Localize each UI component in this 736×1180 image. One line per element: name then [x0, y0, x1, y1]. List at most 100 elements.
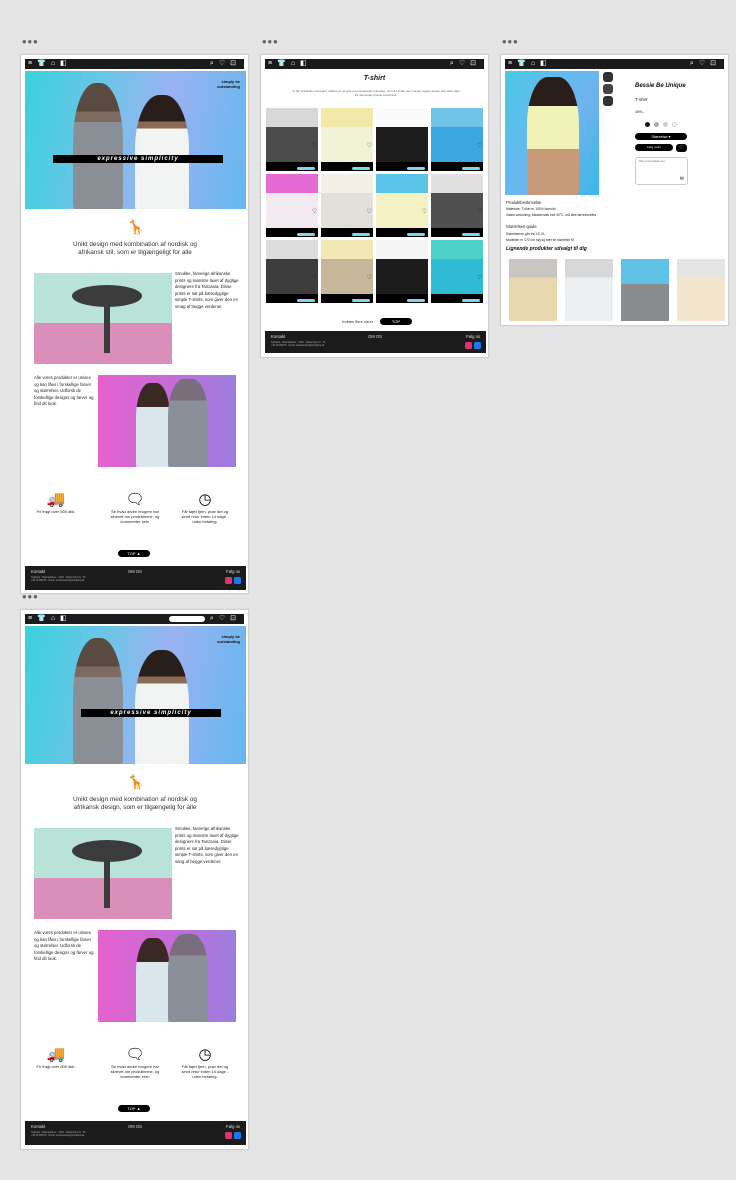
- product-card[interactable]: ♡: [431, 108, 483, 171]
- product-card[interactable]: ♡: [266, 108, 318, 171]
- product-card[interactable]: ♡: [321, 240, 373, 303]
- footer-contact[interactable]: Kontakt: [271, 334, 285, 339]
- thumb-3[interactable]: [603, 96, 613, 106]
- heart-icon[interactable]: ♡: [699, 59, 705, 69]
- card-detail-button[interactable]: [297, 232, 315, 236]
- footer-about[interactable]: OM OS: [128, 1124, 142, 1129]
- card-detail-button[interactable]: [462, 166, 480, 170]
- wishlist-icon[interactable]: ♡: [367, 142, 372, 149]
- cart-icon[interactable]: ⊡: [230, 59, 236, 69]
- product-card[interactable]: ♡: [321, 174, 373, 237]
- review-box[interactable]: Skriv en anmeldelse her... ✉: [635, 157, 688, 185]
- search-icon[interactable]: ⌕: [450, 59, 454, 69]
- size-dropdown[interactable]: Størrelse ▾: [635, 133, 687, 140]
- facebook-icon[interactable]: [474, 342, 481, 349]
- search-icon[interactable]: ⌕: [690, 59, 694, 69]
- menu-icon[interactable]: ≡: [28, 614, 32, 624]
- wishlist-icon[interactable]: ♡: [312, 274, 317, 281]
- search-icon[interactable]: ⌕: [210, 614, 214, 624]
- heart-icon[interactable]: ♡: [459, 59, 465, 69]
- tshirt-icon[interactable]: 👕: [517, 59, 526, 69]
- bag-icon[interactable]: ◧: [540, 59, 547, 69]
- footer-contact[interactable]: Kontakt: [31, 1124, 45, 1129]
- cap-icon[interactable]: ⌂: [51, 614, 55, 624]
- wishlist-icon[interactable]: ♡: [477, 274, 482, 281]
- menu-icon[interactable]: ≡: [268, 59, 272, 69]
- color-swatch-white[interactable]: [672, 122, 677, 127]
- card-detail-button[interactable]: [352, 298, 370, 302]
- product-card[interactable]: ♡: [266, 174, 318, 237]
- footer-contact[interactable]: Kontakt: [31, 569, 45, 574]
- cap-icon[interactable]: ⌂: [291, 59, 295, 69]
- facebook-icon[interactable]: [234, 577, 241, 584]
- related-4[interactable]: [677, 259, 725, 321]
- color-swatch-black[interactable]: [645, 122, 650, 127]
- product-card[interactable]: ♡: [431, 240, 483, 303]
- wishlist-icon[interactable]: ♡: [367, 274, 372, 281]
- card-detail-button[interactable]: [297, 298, 315, 302]
- top-button[interactable]: TOP ▲: [118, 1105, 150, 1112]
- cart-icon[interactable]: ⊡: [710, 59, 716, 69]
- footer-about[interactable]: OM OS: [368, 334, 382, 339]
- instagram-icon[interactable]: [225, 577, 232, 584]
- tshirt-icon[interactable]: 👕: [37, 59, 46, 69]
- top-button[interactable]: TOP: [380, 318, 412, 325]
- card-info-bar: [431, 294, 483, 303]
- related-3[interactable]: [621, 259, 669, 321]
- menu-icon[interactable]: ≡: [28, 59, 32, 69]
- cap-icon[interactable]: ⌂: [51, 59, 55, 69]
- related-1[interactable]: [509, 259, 557, 321]
- wishlist-icon[interactable]: ♡: [422, 142, 427, 149]
- add-to-cart-button[interactable]: Læg i kurv: [635, 144, 673, 151]
- tshirt-icon[interactable]: 👕: [37, 614, 46, 624]
- related-2[interactable]: [565, 259, 613, 321]
- product-card[interactable]: ♡: [376, 174, 428, 237]
- wishlist-icon[interactable]: ♡: [312, 142, 317, 149]
- menu-icon[interactable]: ≡: [508, 59, 512, 69]
- bag-icon[interactable]: ◧: [60, 59, 67, 69]
- wishlist-icon[interactable]: ♡: [422, 208, 427, 215]
- card-detail-button[interactable]: [407, 166, 425, 170]
- card-detail-button[interactable]: [407, 298, 425, 302]
- search-icon[interactable]: ⌕: [210, 59, 214, 69]
- tshirt-icon[interactable]: 👕: [277, 59, 286, 69]
- wishlist-icon[interactable]: ♡: [367, 208, 372, 215]
- product-card[interactable]: ♡: [376, 108, 428, 171]
- feature-returns: ◷ Får tøjet fjern, prøv det og send retu…: [177, 491, 233, 524]
- product-card[interactable]: ♡: [321, 108, 373, 171]
- heart-icon[interactable]: ♡: [219, 614, 225, 624]
- facebook-icon[interactable]: [234, 1132, 241, 1139]
- thumb-2[interactable]: [603, 84, 613, 94]
- bag-icon[interactable]: ◧: [60, 614, 67, 624]
- bag-icon[interactable]: ◧: [300, 59, 307, 69]
- top-button[interactable]: TOP ▲: [118, 550, 150, 557]
- window-dots: •••: [262, 34, 279, 49]
- footer-about[interactable]: OM OS: [128, 569, 142, 574]
- wishlist-icon[interactable]: ♡: [477, 142, 482, 149]
- product-card[interactable]: ♡: [376, 240, 428, 303]
- search-input[interactable]: [168, 616, 205, 622]
- thumb-1[interactable]: [603, 72, 613, 82]
- product-card[interactable]: ♡: [431, 174, 483, 237]
- cart-icon[interactable]: ⊡: [230, 614, 236, 624]
- card-detail-button[interactable]: [352, 166, 370, 170]
- cap-icon[interactable]: ⌂: [531, 59, 535, 69]
- instagram-icon[interactable]: [225, 1132, 232, 1139]
- cart-icon[interactable]: ⊡: [470, 59, 476, 69]
- load-more-text[interactable]: Indlæs flere varer: [342, 319, 373, 324]
- card-detail-button[interactable]: [297, 166, 315, 170]
- instagram-icon[interactable]: [465, 342, 472, 349]
- wishlist-icon[interactable]: ♡: [312, 208, 317, 215]
- wishlist-icon[interactable]: ♡: [422, 274, 427, 281]
- wishlist-button[interactable]: ♡: [676, 144, 687, 152]
- card-detail-button[interactable]: [407, 232, 425, 236]
- wishlist-icon[interactable]: ♡: [477, 208, 482, 215]
- card-detail-button[interactable]: [352, 232, 370, 236]
- heart-icon[interactable]: ♡: [219, 59, 225, 69]
- send-icon[interactable]: ✉: [680, 176, 684, 182]
- color-swatch-grey[interactable]: [654, 122, 659, 127]
- card-detail-button[interactable]: [462, 298, 480, 302]
- product-card[interactable]: ♡: [266, 240, 318, 303]
- color-swatch-lightgrey[interactable]: [663, 122, 668, 127]
- card-detail-button[interactable]: [462, 232, 480, 236]
